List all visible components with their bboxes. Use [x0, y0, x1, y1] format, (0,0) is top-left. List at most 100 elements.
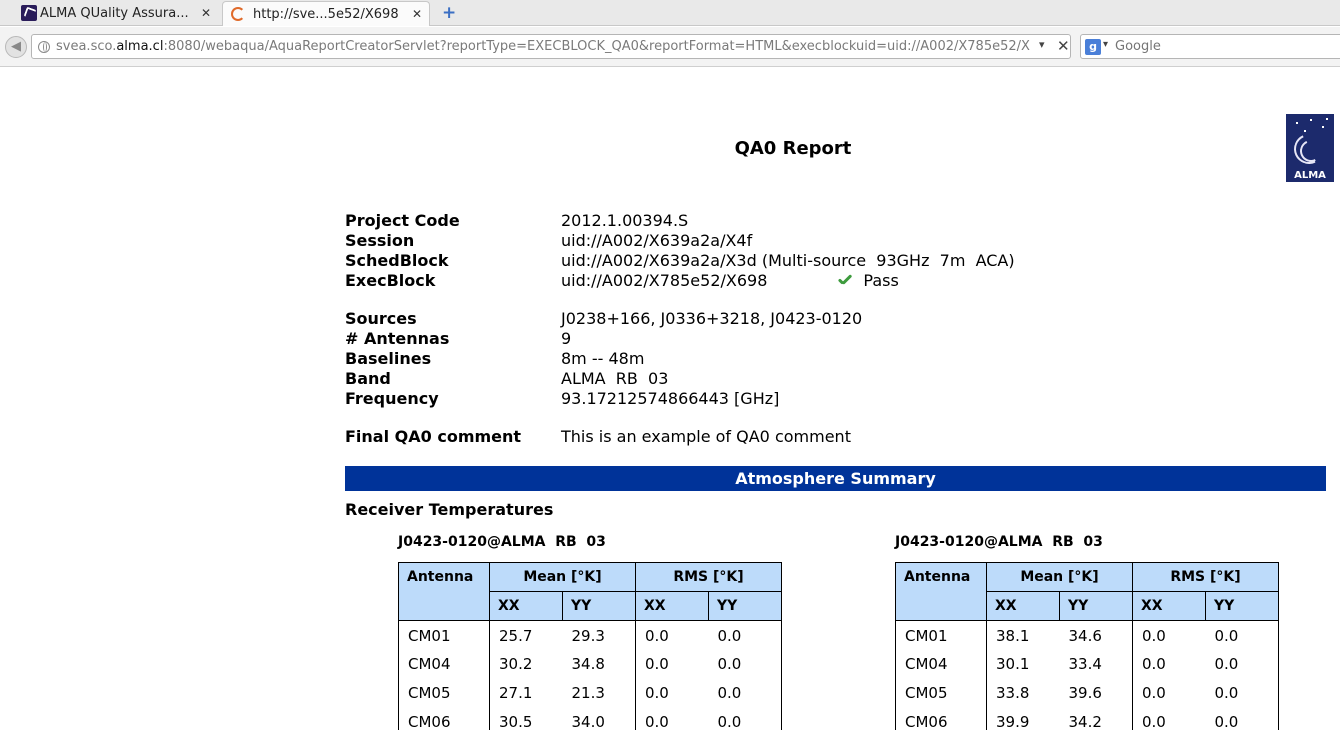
section-header-atmosphere: Atmosphere Summary — [345, 466, 1326, 491]
status-label: Pass — [863, 271, 899, 290]
column-header-rms: RMS [°K] — [635, 562, 782, 592]
cell-mean-xx: 27.1 — [489, 678, 563, 708]
table-row: CM06 30.5 34.0 0.0 0.0 — [398, 707, 782, 730]
table-row: CM05 33.8 39.6 0.0 0.0 — [895, 678, 1279, 708]
receiver-temp-table: Antenna Mean [°K] RMS [°K] XX YY XX YY C… — [895, 562, 1279, 730]
tab-title: http://sve...5e52/X698 — [253, 6, 399, 22]
table-row: CM05 27.1 21.3 0.0 0.0 — [398, 678, 782, 708]
url-history-dropdown-icon[interactable]: ▾ — [1039, 38, 1045, 51]
info-label: ExecBlock — [345, 271, 436, 290]
cell-rms-yy: 0.0 — [1205, 678, 1279, 708]
address-bar[interactable]: svea.sco.alma.cl:8080/webaqua/AquaReport… — [31, 34, 1071, 59]
observation-info: Sources J0238+166, J0336+3218, J0423-012… — [345, 309, 862, 409]
cell-antenna: CM06 — [398, 707, 490, 730]
cell-antenna: CM05 — [398, 678, 490, 708]
url-domain: alma.cl — [116, 39, 164, 54]
table-caption: J0423-0120@ALMA RB 03 — [398, 534, 606, 550]
cell-rms-yy: 0.0 — [708, 620, 782, 650]
check-icon — [837, 275, 853, 287]
cell-mean-yy: 34.2 — [1059, 707, 1133, 730]
tab-report[interactable]: http://sve...5e52/X698 ✕ — [222, 1, 430, 26]
cell-rms-yy: 0.0 — [1205, 649, 1279, 679]
info-row-antennas: # Antennas 9 — [345, 329, 862, 349]
alma-logo: ALMA — [1286, 114, 1334, 182]
table-caption: J0423-0120@ALMA RB 03 — [895, 534, 1103, 550]
search-bar[interactable]: g ▾ — [1080, 34, 1340, 59]
cell-rms-xx: 0.0 — [1132, 678, 1206, 708]
page-content: QA0 Report ALMA Project Code 2012.1.0039… — [0, 68, 1340, 730]
column-header-mean: Mean [°K] — [986, 562, 1133, 592]
cell-rms-yy: 0.0 — [1205, 620, 1279, 650]
cell-mean-yy: 34.8 — [562, 649, 636, 679]
table-row: CM04 30.2 34.8 0.0 0.0 — [398, 649, 782, 679]
globe-icon — [38, 41, 50, 53]
google-icon[interactable]: g — [1085, 39, 1101, 55]
cell-mean-yy: 21.3 — [562, 678, 636, 708]
info-value: 8m -- 48m — [561, 349, 645, 368]
new-tab-button[interactable]: + — [442, 3, 456, 23]
cell-mean-xx: 25.7 — [489, 620, 563, 650]
info-value: J0238+166, J0336+3218, J0423-0120 — [561, 309, 863, 328]
table-row: CM01 38.1 34.6 0.0 0.0 — [895, 620, 1279, 650]
status-badge: Pass — [837, 271, 898, 291]
url-text[interactable]: svea.sco.alma.cl:8080/webaqua/AquaReport… — [56, 39, 1041, 57]
report-title: QA0 Report — [734, 138, 852, 159]
receiver-temp-table-block: J0423-0120@ALMA RB 03 Antenna Mean [°K] … — [895, 534, 1279, 730]
tab-alma-quality[interactable]: ALMA QUality Assura... ✕ — [20, 1, 220, 26]
column-header-antenna: Antenna — [398, 562, 490, 621]
back-button[interactable]: ◀ — [5, 36, 27, 58]
table-row: CM01 25.7 29.3 0.0 0.0 — [398, 620, 782, 650]
cell-rms-yy: 0.0 — [1205, 707, 1279, 730]
info-value: 93.17212574866443 [GHz] — [561, 389, 780, 408]
info-row-frequency: Frequency 93.17212574866443 [GHz] — [345, 389, 862, 409]
info-row-band: Band ALMA RB 03 — [345, 369, 862, 389]
cell-rms-xx: 0.0 — [1132, 649, 1206, 679]
cell-rms-xx: 0.0 — [635, 707, 709, 730]
info-label: Band — [345, 369, 391, 388]
cell-rms-yy: 0.0 — [708, 678, 782, 708]
info-row-baselines: Baselines 8m -- 48m — [345, 349, 862, 369]
info-label: Project Code — [345, 211, 460, 230]
subsection-title: Receiver Temperatures — [345, 500, 554, 519]
cell-antenna: CM01 — [398, 620, 490, 650]
info-value: uid://A002/X639a2a/X3d (Multi-source 93G… — [561, 251, 1015, 270]
search-engine-dropdown-icon[interactable]: ▾ — [1103, 39, 1108, 50]
cell-rms-xx: 0.0 — [635, 649, 709, 679]
info-value: ALMA RB 03 — [561, 369, 669, 388]
info-label: Final QA0 comment — [345, 427, 522, 446]
cell-mean-xx: 30.5 — [489, 707, 563, 730]
back-arrow-icon: ◀ — [11, 39, 21, 54]
cell-antenna: CM04 — [895, 649, 987, 679]
cell-rms-xx: 0.0 — [635, 678, 709, 708]
tab-close-icon[interactable]: ✕ — [201, 6, 211, 20]
cell-rms-xx: 0.0 — [1132, 620, 1206, 650]
info-row-session: Session uid://A002/X639a2a/X4f — [345, 231, 1015, 251]
search-input[interactable] — [1115, 37, 1340, 56]
cell-mean-yy: 33.4 — [1059, 649, 1133, 679]
column-header-rms-xx: XX — [635, 591, 709, 621]
url-prefix: svea.sco. — [56, 39, 117, 54]
cell-rms-xx: 0.0 — [1132, 707, 1206, 730]
cell-rms-yy: 0.0 — [708, 707, 782, 730]
info-value: 2012.1.00394.S — [561, 211, 689, 230]
info-row-sources: Sources J0238+166, J0336+3218, J0423-012… — [345, 309, 862, 329]
comment-info: Final QA0 comment This is an example of … — [345, 427, 851, 447]
column-header-rms-yy: YY — [1205, 591, 1279, 621]
primary-info: Project Code 2012.1.00394.S Session uid:… — [345, 211, 1015, 291]
tab-bar: ALMA QUality Assura... ✕ http://sve...5e… — [0, 0, 1340, 26]
cell-antenna: CM06 — [895, 707, 987, 730]
stop-loading-icon[interactable]: ✕ — [1057, 37, 1070, 55]
cell-mean-xx: 39.9 — [986, 707, 1060, 730]
info-label: Frequency — [345, 389, 439, 408]
column-header-mean-xx: XX — [489, 591, 563, 621]
cell-mean-yy: 39.6 — [1059, 678, 1133, 708]
info-row-comment: Final QA0 comment This is an example of … — [345, 427, 851, 447]
info-row-execblock: ExecBlock uid://A002/X785e52/X698 Pass — [345, 271, 1015, 291]
info-row-project-code: Project Code 2012.1.00394.S — [345, 211, 1015, 231]
cell-mean-yy: 34.0 — [562, 707, 636, 730]
tab-close-icon[interactable]: ✕ — [412, 7, 422, 21]
column-header-antenna: Antenna — [895, 562, 987, 621]
info-value: This is an example of QA0 comment — [561, 427, 851, 446]
info-label: SchedBlock — [345, 251, 449, 270]
table-row: CM06 39.9 34.2 0.0 0.0 — [895, 707, 1279, 730]
